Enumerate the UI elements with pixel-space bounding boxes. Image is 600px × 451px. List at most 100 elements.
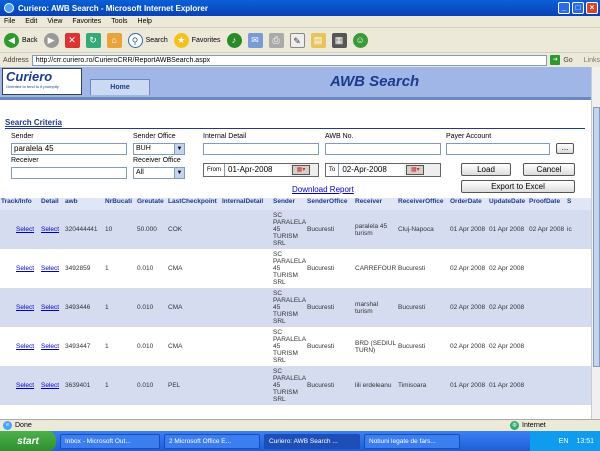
col-proofdate[interactable]: ProofDate: [528, 198, 566, 210]
cancel-button[interactable]: Cancel: [523, 163, 575, 176]
internal-detail-input[interactable]: [203, 143, 319, 155]
sender-input[interactable]: paralela 45: [11, 143, 127, 155]
col-track[interactable]: Track/Info: [0, 198, 40, 210]
menu-edit[interactable]: Edit: [25, 18, 37, 25]
receiver-cell: BRD (SEDIUL TURN): [355, 339, 396, 354]
mail-button[interactable]: ✉: [247, 32, 263, 48]
back-arrow-icon: ◀: [4, 32, 19, 48]
col-receiveroffice[interactable]: ReceiverOffice: [397, 198, 449, 210]
back-button[interactable]: ◀ Back: [4, 32, 38, 48]
detail-select-link[interactable]: Select: [40, 382, 64, 389]
close-button[interactable]: ×: [586, 2, 598, 14]
links-label[interactable]: Links: [584, 57, 600, 64]
track-select-link[interactable]: Select: [0, 304, 40, 311]
nrbucati-cell: 1: [105, 343, 109, 350]
sender-office-select[interactable]: BUH ▼: [133, 143, 185, 155]
col-nrbucati[interactable]: NrBucati: [104, 198, 136, 210]
edit-button[interactable]: ✎: [289, 32, 305, 48]
col-greutate[interactable]: Greutate: [136, 198, 167, 210]
track-select-link[interactable]: Select: [0, 226, 40, 233]
export-excel-button[interactable]: Export to Excel: [461, 180, 575, 193]
task-ie[interactable]: Curiero: AWB Search ...: [264, 433, 360, 449]
web-page: Curiero Oriented to tend to it promptly …: [0, 67, 591, 419]
status-text: Done: [15, 422, 32, 429]
search-button[interactable]: ⚲ Search: [127, 32, 168, 48]
from-date-input[interactable]: 01-Apr-2008: [224, 164, 290, 176]
receiver-office-cell: Timisoara: [398, 382, 427, 389]
refresh-button[interactable]: ↻: [85, 32, 101, 48]
detail-select-link[interactable]: Select: [40, 226, 64, 233]
go-button[interactable]: Go: [563, 57, 572, 64]
scrollbar-thumb[interactable]: [593, 107, 600, 367]
language-indicator[interactable]: EN: [559, 438, 569, 445]
home-icon: ⌂: [106, 32, 122, 48]
col-awb[interactable]: awb: [64, 198, 104, 210]
track-select-link[interactable]: Select: [0, 382, 40, 389]
detail-select-link[interactable]: Select: [40, 304, 64, 311]
messenger-button[interactable]: ☺: [352, 32, 368, 48]
col-s[interactable]: S: [566, 198, 577, 210]
to-date-picker[interactable]: To 02-Apr-2008 ▦▾: [325, 163, 441, 177]
col-sender[interactable]: Sender: [272, 198, 306, 210]
track-select-link[interactable]: Select: [0, 265, 40, 272]
curiero-logo[interactable]: Curiero Oriented to tend to it promptly: [2, 68, 82, 95]
update-date-cell: 02 Apr 2008: [489, 265, 525, 272]
menu-view[interactable]: View: [47, 18, 62, 25]
tab-home[interactable]: Home: [90, 79, 150, 95]
task-excel[interactable]: 2 Microsoft Office E...: [164, 433, 260, 449]
update-date-cell: 02 Apr 2008: [489, 343, 525, 350]
sender-cell: SC PARALELA 45 TURISM SRL: [273, 212, 306, 247]
task-word[interactable]: Notiuni legate de fars...: [364, 433, 460, 449]
track-select-link[interactable]: Select: [0, 343, 40, 350]
detail-select-link[interactable]: Select: [40, 343, 64, 350]
research-button[interactable]: ▦: [331, 32, 347, 48]
favorites-button[interactable]: ★ Favorites: [173, 32, 221, 48]
nrbucati-cell: 1: [105, 265, 109, 272]
receiver-input[interactable]: [11, 167, 127, 179]
menu-file[interactable]: File: [4, 18, 15, 25]
menu-tools[interactable]: Tools: [111, 18, 127, 25]
print-icon: ⎙: [268, 32, 284, 48]
menu-help[interactable]: Help: [138, 18, 152, 25]
update-date-cell: 01 Apr 2008: [489, 382, 525, 389]
receiver-office-select[interactable]: All ▼: [133, 167, 185, 179]
status-bar: e Done ◍ Internet: [0, 419, 600, 431]
sender-cell: SC PARALELA 45 TURISM SRL: [273, 329, 306, 364]
address-input[interactable]: http://crr.curiero.ro/CurieroCRR/ReportA…: [31, 54, 548, 66]
title-bar: Curiero: AWB Search - Microsoft Internet…: [0, 0, 600, 16]
from-date-picker[interactable]: From 01-Apr-2008 ▦▾: [203, 163, 319, 177]
vertical-scrollbar[interactable]: [591, 67, 600, 419]
order-date-cell: 02 Apr 2008: [450, 343, 486, 350]
col-senderoffice[interactable]: SenderOffice: [306, 198, 354, 210]
maximize-button[interactable]: □: [572, 2, 584, 14]
go-arrow-icon[interactable]: ➜: [550, 55, 561, 65]
discuss-button[interactable]: ▤: [310, 32, 326, 48]
col-lastcheckpoint[interactable]: LastCheckpoint: [167, 198, 221, 210]
menu-favorites[interactable]: Favorites: [72, 18, 101, 25]
home-button[interactable]: ⌂: [106, 32, 122, 48]
task-outlook[interactable]: Inbox - Microsoft Out...: [60, 433, 160, 449]
col-orderdate[interactable]: OrderDate: [449, 198, 488, 210]
forward-button[interactable]: ▶: [43, 32, 59, 48]
payer-browse-button[interactable]: ...: [556, 143, 574, 154]
minimize-button[interactable]: _: [558, 2, 570, 14]
calendar-icon[interactable]: ▦▾: [406, 165, 425, 175]
to-date-input[interactable]: 02-Apr-2008: [338, 164, 405, 176]
greutate-cell: 0.010: [137, 265, 154, 272]
col-detail[interactable]: Detail: [40, 198, 64, 210]
col-internaldetail[interactable]: InternalDetail: [221, 198, 272, 210]
print-button[interactable]: ⎙: [268, 32, 284, 48]
stop-button[interactable]: ✕: [64, 32, 80, 48]
payer-account-input[interactable]: [446, 143, 550, 155]
awb-cell: 320444441: [65, 226, 98, 233]
col-receiver[interactable]: Receiver: [354, 198, 397, 210]
awb-input[interactable]: [325, 143, 441, 155]
download-report-link[interactable]: Download Report: [292, 185, 354, 194]
system-tray: EN 13:51: [530, 431, 600, 451]
detail-select-link[interactable]: Select: [40, 265, 64, 272]
start-button[interactable]: start: [0, 431, 56, 451]
calendar-icon[interactable]: ▦▾: [292, 165, 310, 175]
col-updatedate[interactable]: UpdateDate: [488, 198, 528, 210]
load-button[interactable]: Load: [461, 163, 511, 176]
media-button[interactable]: ♪: [226, 32, 242, 48]
